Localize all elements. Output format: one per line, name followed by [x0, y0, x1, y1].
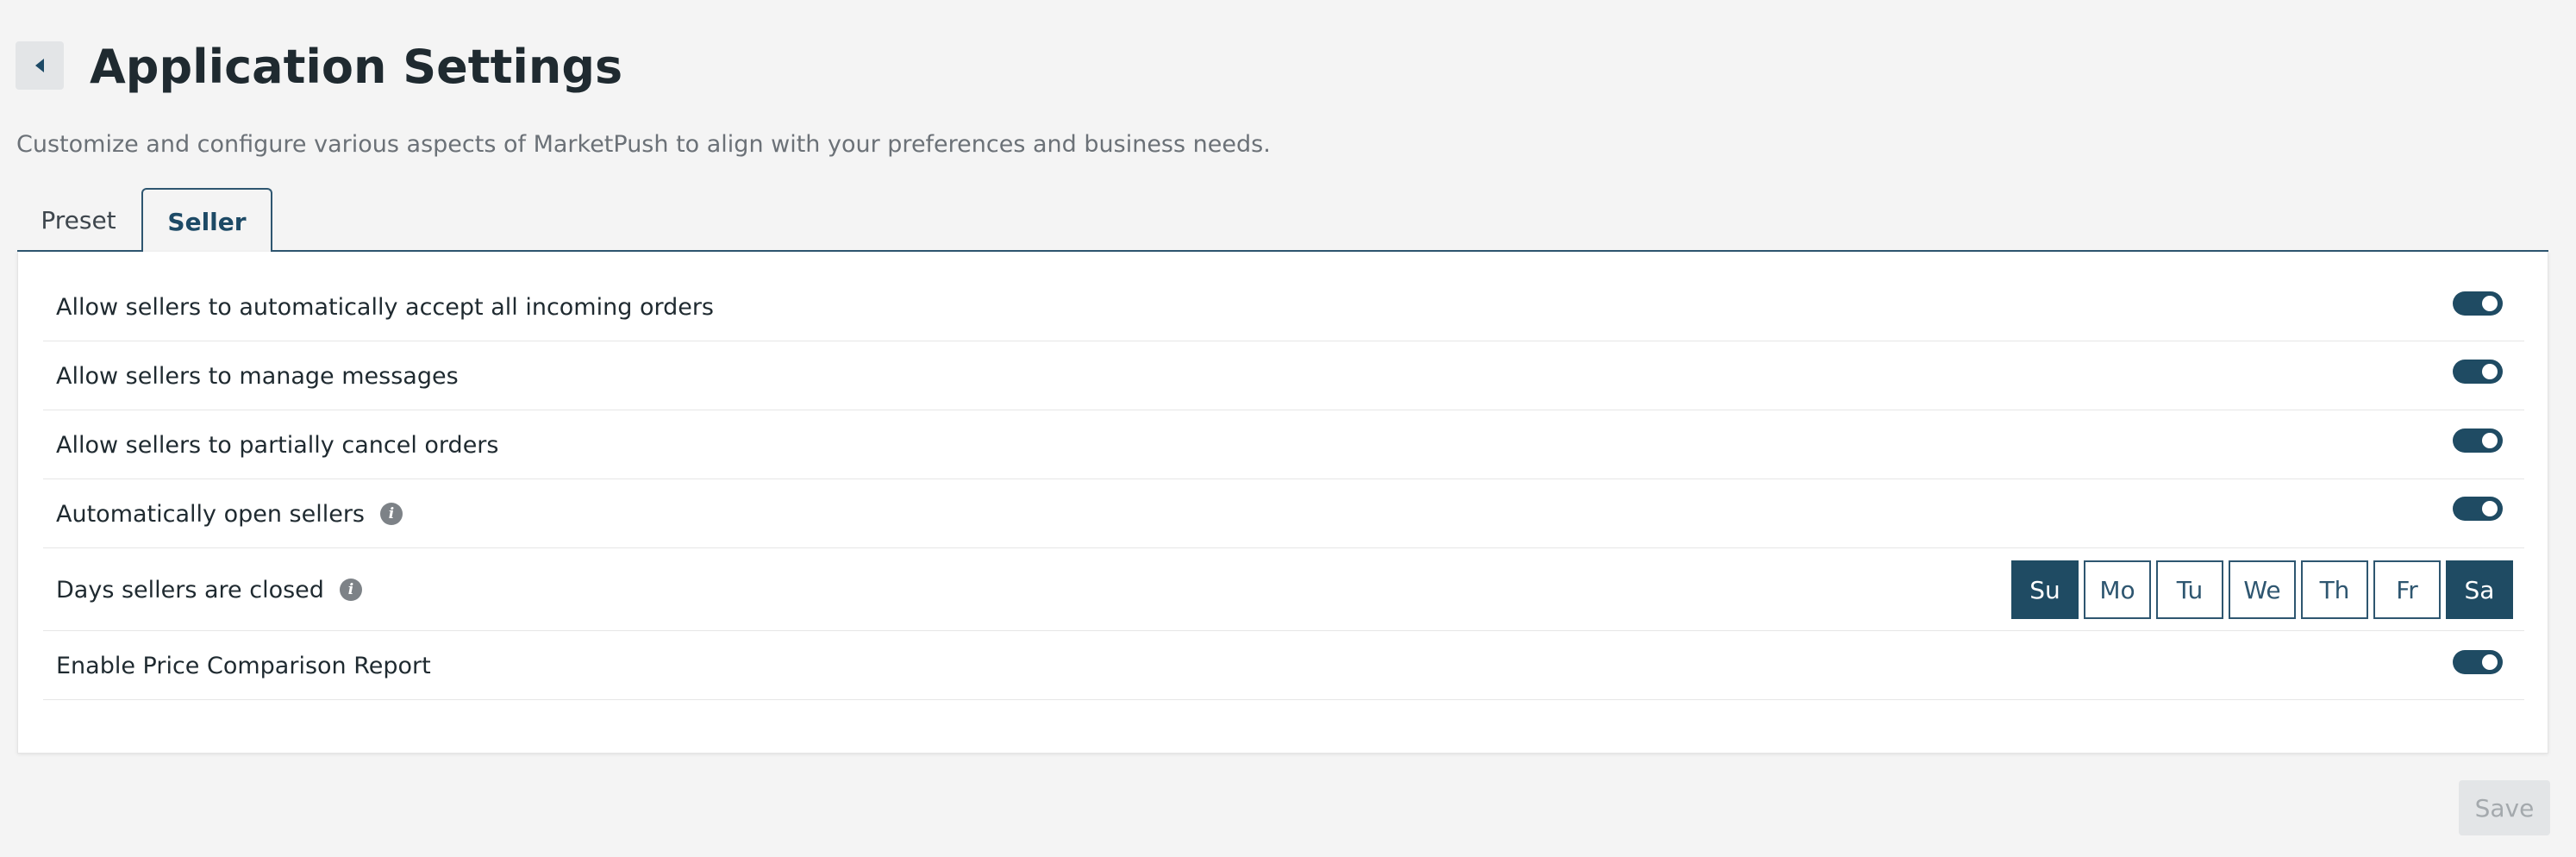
setting-label: Allow sellers to manage messages [56, 362, 459, 390]
setting-label: Allow sellers to automatically accept al… [56, 293, 715, 321]
day-sunday-button[interactable]: Su [2011, 560, 2079, 619]
day-wednesday-button[interactable]: We [2229, 560, 2296, 619]
setting-label-text: Days sellers are closed [56, 576, 324, 604]
setting-row-closed-days: Days sellers are closed i Su Mo Tu We Th… [43, 548, 2524, 631]
auto-accept-orders-toggle[interactable] [2453, 291, 2503, 316]
closed-days-picker: Su Mo Tu We Th Fr Sa [2011, 560, 2513, 619]
setting-row-partial-cancel: Allow sellers to partially cancel orders [43, 410, 2524, 479]
save-button[interactable]: Save [2459, 780, 2550, 835]
page-subtitle: Customize and configure various aspects … [16, 131, 1271, 158]
toggle-knob [2482, 364, 2498, 379]
application-settings-page: Application Settings Customize and confi… [0, 0, 2576, 857]
info-icon[interactable]: i [380, 503, 403, 525]
page-title: Application Settings [90, 40, 623, 94]
caret-left-icon [35, 59, 44, 72]
settings-tabs: Preset Seller [17, 188, 2548, 253]
tab-preset[interactable]: Preset [17, 188, 140, 252]
day-monday-button[interactable]: Mo [2084, 560, 2151, 619]
tab-seller[interactable]: Seller [141, 188, 272, 253]
setting-row-manage-messages: Allow sellers to manage messages [43, 341, 2524, 410]
toggle-knob [2482, 296, 2498, 311]
toggle-knob [2482, 654, 2498, 670]
setting-row-price-comparison-report: Enable Price Comparison Report [43, 631, 2524, 700]
setting-label: Days sellers are closed i [56, 574, 362, 605]
day-tuesday-button[interactable]: Tu [2156, 560, 2223, 619]
setting-label: Allow sellers to partially cancel orders [56, 431, 499, 459]
manage-messages-toggle[interactable] [2453, 360, 2503, 384]
setting-row-auto-open-sellers: Automatically open sellers i [43, 479, 2524, 548]
auto-open-sellers-toggle[interactable] [2453, 497, 2503, 521]
back-button[interactable] [16, 41, 64, 90]
toggle-knob [2482, 501, 2498, 516]
seller-settings-panel: Allow sellers to automatically accept al… [17, 252, 2548, 754]
toggle-knob [2482, 433, 2498, 448]
price-comparison-report-toggle[interactable] [2453, 650, 2503, 674]
setting-label-text: Automatically open sellers [56, 500, 366, 528]
day-saturday-button[interactable]: Sa [2446, 560, 2513, 619]
setting-label: Enable Price Comparison Report [56, 652, 431, 679]
day-friday-button[interactable]: Fr [2373, 560, 2441, 619]
setting-row-auto-accept-orders: Allow sellers to automatically accept al… [43, 272, 2524, 341]
info-icon[interactable]: i [339, 579, 362, 601]
setting-label: Automatically open sellers i [56, 498, 403, 529]
day-thursday-button[interactable]: Th [2301, 560, 2368, 619]
partial-cancel-toggle[interactable] [2453, 428, 2503, 453]
